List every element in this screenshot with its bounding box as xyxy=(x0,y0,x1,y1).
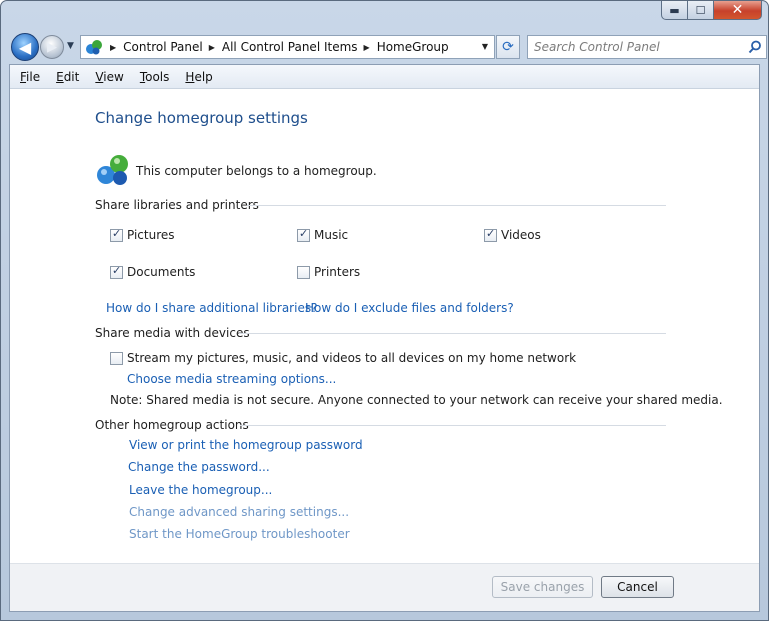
search-box[interactable] xyxy=(527,35,767,59)
close-button[interactable]: ✕ xyxy=(714,1,762,20)
breadcrumb-separator-icon: ▶ xyxy=(110,42,117,52)
minimize-button[interactable]: ▬ xyxy=(661,1,688,20)
share-libraries-heading: Share libraries and printers xyxy=(95,198,259,212)
address-bar[interactable]: ▶ Control Panel ▶ All Control Panel Item… xyxy=(80,35,495,59)
checkbox-icon[interactable] xyxy=(297,265,310,279)
share-printers-checkbox[interactable]: Printers xyxy=(297,265,360,279)
breadcrumb-separator-icon: ▶ xyxy=(208,42,215,52)
checkbox-icon[interactable] xyxy=(484,227,497,242)
menu-edit[interactable]: Edit xyxy=(48,70,87,84)
change-password-link[interactable]: Change the password... xyxy=(128,460,270,474)
back-button[interactable]: ◀ xyxy=(11,33,39,61)
address-dropdown-icon[interactable]: ▼ xyxy=(482,42,488,51)
security-note: Note: Shared media is not secure. Anyone… xyxy=(110,393,723,407)
share-music-checkbox[interactable]: Music xyxy=(297,227,348,242)
caption-buttons: ▬ ☐ ✕ xyxy=(661,1,762,20)
button-footer: Save changes Cancel xyxy=(10,563,759,611)
page-title: Change homegroup settings xyxy=(95,109,308,127)
menu-bar: File Edit View Tools Help xyxy=(10,65,759,89)
window-frame: ▬ ☐ ✕ ◀ ▶ ▼ ▶ Control Panel ▶ All Contro… xyxy=(0,0,769,621)
maximize-button[interactable]: ☐ xyxy=(688,1,714,20)
menu-view[interactable]: View xyxy=(87,70,131,84)
recent-pages-button[interactable]: ▼ xyxy=(67,41,74,51)
checkbox-icon[interactable] xyxy=(110,227,123,242)
search-icon[interactable] xyxy=(744,40,766,54)
share-pictures-checkbox[interactable]: Pictures xyxy=(110,227,175,242)
share-documents-checkbox[interactable]: Documents xyxy=(110,264,195,279)
menu-tools[interactable]: Tools xyxy=(132,70,178,84)
breadcrumb-separator-icon: ▶ xyxy=(363,42,370,52)
refresh-icon: ⟳ xyxy=(502,39,514,55)
troubleshooter-link[interactable]: Start the HomeGroup troubleshooter xyxy=(129,527,350,541)
other-actions-heading: Other homegroup actions xyxy=(95,418,249,432)
menu-file[interactable]: File xyxy=(12,70,48,84)
save-changes-button[interactable]: Save changes xyxy=(492,576,593,598)
breadcrumb-homegroup[interactable]: HomeGroup xyxy=(377,40,449,54)
homegroup-icon xyxy=(97,155,128,185)
stream-media-checkbox[interactable]: Stream my pictures, music, and videos to… xyxy=(110,351,576,365)
checkbox-icon[interactable] xyxy=(110,264,123,279)
advanced-sharing-link[interactable]: Change advanced sharing settings... xyxy=(129,505,349,519)
refresh-button[interactable]: ⟳ xyxy=(496,35,520,59)
forward-button[interactable]: ▶ xyxy=(40,35,64,59)
breadcrumb-all-items[interactable]: All Control Panel Items xyxy=(222,40,358,54)
search-input[interactable] xyxy=(534,37,744,57)
exclude-files-link[interactable]: How do I exclude files and folders? xyxy=(305,301,514,315)
membership-status: This computer belongs to a homegroup. xyxy=(136,164,377,178)
share-media-heading: Share media with devices xyxy=(95,326,250,340)
leave-homegroup-link[interactable]: Leave the homegroup... xyxy=(129,483,272,497)
menu-help[interactable]: Help xyxy=(177,70,220,84)
cancel-button[interactable]: Cancel xyxy=(601,576,674,598)
section-divider xyxy=(239,333,666,334)
main-content: Change homegroup settings This computer … xyxy=(10,89,759,563)
control-panel-icon xyxy=(86,40,102,55)
section-divider xyxy=(247,205,666,206)
media-streaming-options-link[interactable]: Choose media streaming options... xyxy=(127,372,336,386)
checkbox-icon[interactable] xyxy=(110,351,123,365)
view-password-link[interactable]: View or print the homegroup password xyxy=(129,438,363,452)
breadcrumb-control-panel[interactable]: Control Panel xyxy=(123,40,203,54)
client-area: File Edit View Tools Help Change homegro… xyxy=(9,64,760,612)
share-additional-libraries-link[interactable]: How do I share additional libraries? xyxy=(106,301,317,315)
navigation-bar: ◀ ▶ ▼ ▶ Control Panel ▶ All Control Pane… xyxy=(9,32,767,62)
section-divider xyxy=(240,425,666,426)
share-videos-checkbox[interactable]: Videos xyxy=(484,227,541,242)
checkbox-icon[interactable] xyxy=(297,227,310,242)
